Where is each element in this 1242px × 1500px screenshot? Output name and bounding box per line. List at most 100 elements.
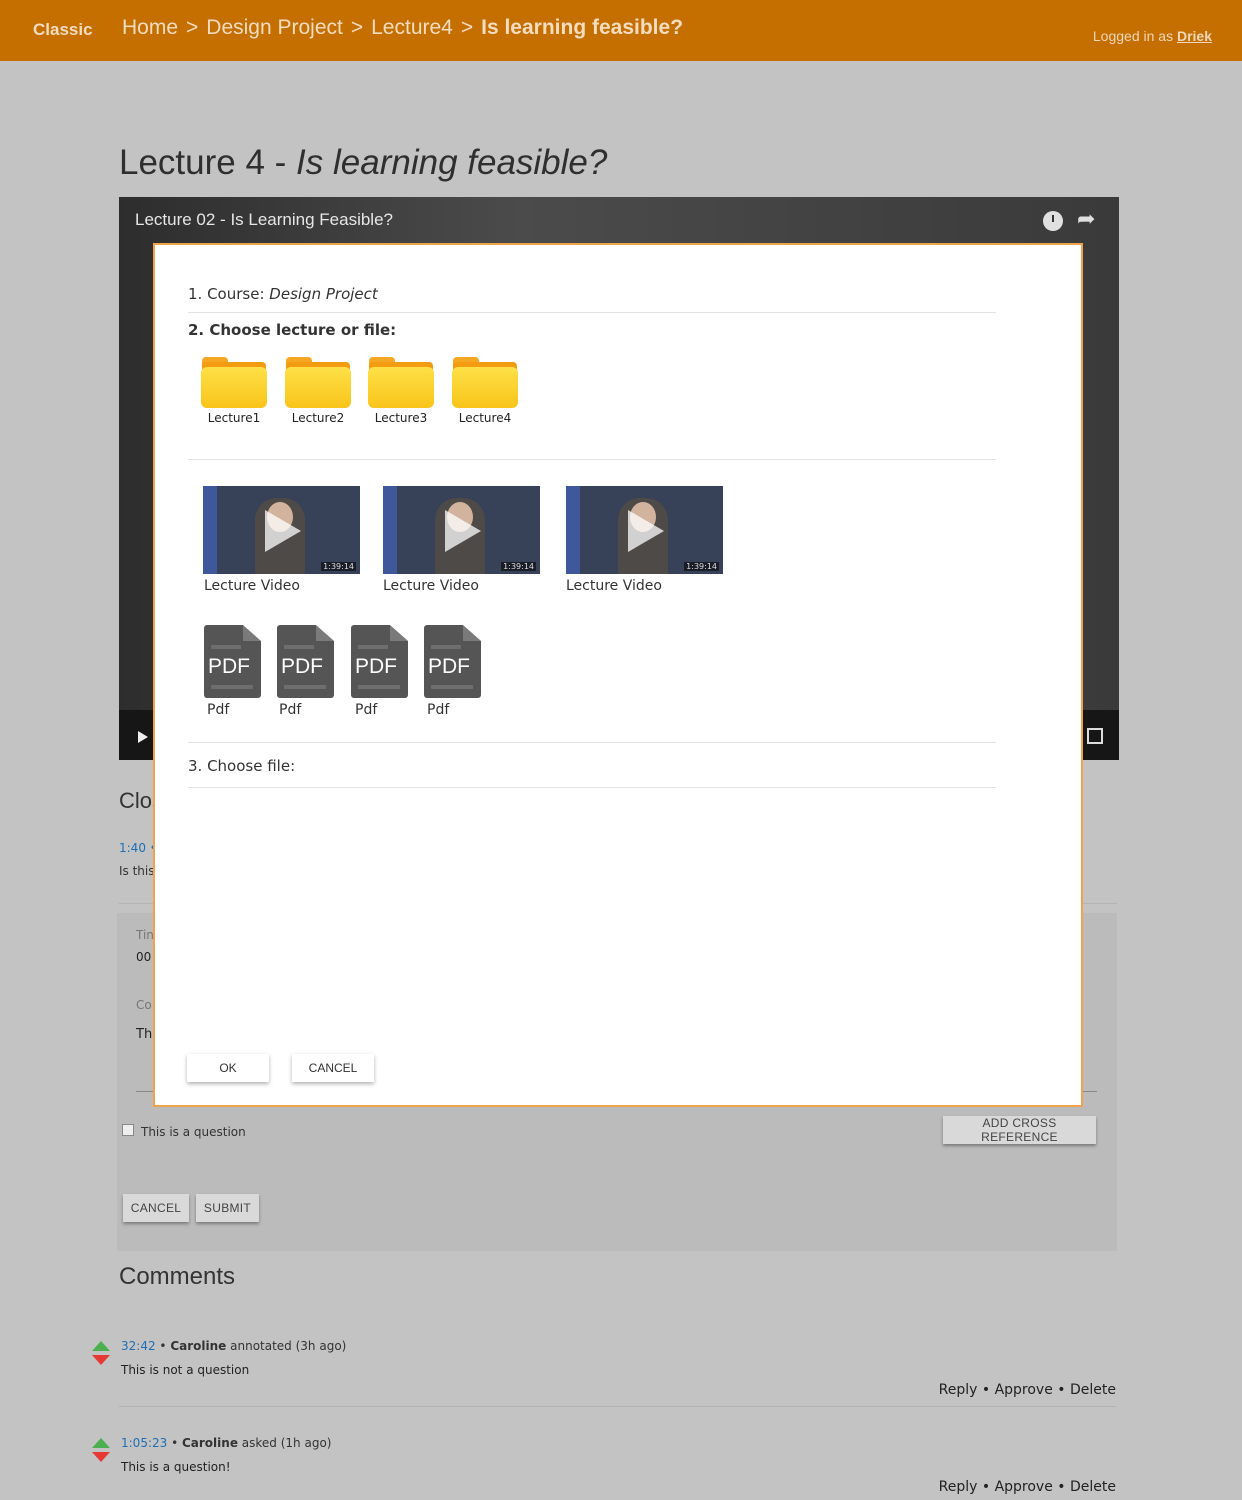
course-label: 1. Course: xyxy=(188,285,265,303)
time-label: Tin xyxy=(136,928,154,942)
breadcrumb: Home > Design Project > Lecture4 > Is learning… xyxy=(122,16,683,40)
folder-label: Lecture3 xyxy=(374,411,428,425)
upvote-icon[interactable] xyxy=(92,1341,110,1351)
pdf-line xyxy=(431,685,473,689)
pdf-file-icon[interactable]: PDF xyxy=(204,625,261,698)
choose-lecture-label: 2. Choose lecture or file: xyxy=(188,321,397,339)
pdf-label: Pdf xyxy=(207,702,230,718)
pdf-label: Pdf xyxy=(279,702,302,718)
pdf-file-icon[interactable]: PDF xyxy=(351,625,408,698)
comments-heading: Comments xyxy=(119,1263,236,1290)
comment-meta: 32:42 • Caroline annotated (3h ago) xyxy=(121,1339,347,1353)
video-label: Lecture Video xyxy=(204,578,300,594)
pdf-corner-fold xyxy=(390,625,408,641)
folder-label: Lecture2 xyxy=(291,411,345,425)
video-title[interactable]: Lecture 02 - Is Learning Feasible? xyxy=(135,210,393,230)
annotation-timestamp[interactable]: 1:40 • xyxy=(119,841,157,855)
pdf-line xyxy=(284,685,326,689)
choose-file-label: 3. Choose file: xyxy=(188,757,296,775)
folder-lecture2[interactable]: Lecture2 xyxy=(285,357,351,429)
play-icon[interactable] xyxy=(138,731,148,743)
divider xyxy=(119,1406,1116,1407)
divider xyxy=(188,787,996,788)
classic-link[interactable]: Classic xyxy=(33,20,93,40)
form-submit-button[interactable]: SUBMIT xyxy=(196,1194,259,1222)
pdf-icon-text: PDF xyxy=(208,655,250,678)
video-thumbnail[interactable]: 1:39:14 xyxy=(203,486,360,574)
top-bar: Classic Home > Design Project > Lecture4 > Is … xyxy=(0,0,1242,61)
user-link[interactable]: Driek xyxy=(1177,28,1212,44)
pdf-file-icon[interactable]: PDF xyxy=(277,625,334,698)
folder-lecture1[interactable]: Lecture1 xyxy=(201,357,267,429)
pdf-icon-text: PDF xyxy=(281,655,323,678)
comment-author: Caroline xyxy=(181,1436,238,1450)
ok-button[interactable]: OK xyxy=(187,1054,269,1082)
pdf-line xyxy=(284,645,314,649)
pdf-line xyxy=(211,685,253,689)
comment-actions[interactable]: Reply • Approve • Delete xyxy=(939,1479,1116,1495)
title-prefix: Lecture 4 - xyxy=(119,143,297,182)
form-cancel-button[interactable]: CANCEL xyxy=(123,1194,189,1222)
folder-icon-front xyxy=(201,367,267,408)
pdf-line xyxy=(211,645,241,649)
comment-label: Co xyxy=(136,998,152,1012)
breadcrumb-course[interactable]: Design Project xyxy=(206,16,343,39)
question-checkbox[interactable] xyxy=(122,1124,134,1136)
breadcrumb-home[interactable]: Home xyxy=(122,16,178,39)
cancel-button[interactable]: CANCEL xyxy=(292,1054,374,1082)
pdf-file-icon[interactable]: PDF xyxy=(424,625,481,698)
comment-body: This is not a question xyxy=(121,1363,250,1377)
comment-timestamp[interactable]: 1:05:23 xyxy=(121,1436,167,1450)
time-input[interactable]: 00 xyxy=(136,950,151,964)
course-value: Design Project xyxy=(269,285,378,303)
folder-icon-front xyxy=(285,367,351,408)
pdf-label: Pdf xyxy=(355,702,378,718)
pdf-line xyxy=(358,645,388,649)
folder-label: Lecture1 xyxy=(207,411,261,425)
title-name: Is learning feasible? xyxy=(296,143,608,182)
video-duration: 1:39:14 xyxy=(321,562,356,571)
comment-item: 32:42 • Caroline annotated (3h ago) This… xyxy=(92,1334,1118,1424)
breadcrumb-separator: > xyxy=(460,16,474,39)
pdf-icon-text: PDF xyxy=(428,655,470,678)
comment-timestamp[interactable]: 32:42 xyxy=(121,1339,156,1353)
comment-item: 1:05:23 • Caroline asked (1h ago) This i… xyxy=(92,1431,1118,1500)
pdf-line xyxy=(431,645,461,649)
video-thumbnail[interactable]: 1:39:14 xyxy=(383,486,540,574)
folder-lecture3[interactable]: Lecture3 xyxy=(368,357,434,429)
video-label: Lecture Video xyxy=(383,578,479,594)
comment-action: annotated (3h ago) xyxy=(230,1339,347,1353)
breadcrumb-current: Is learning feasible? xyxy=(481,16,684,39)
watch-later-icon[interactable] xyxy=(1043,211,1063,231)
page-title: Lecture 4 - Is learning feasible? xyxy=(119,143,607,183)
video-thumbnail[interactable]: 1:39:14 xyxy=(566,486,723,574)
add-cross-reference-button[interactable]: ADD CROSS REFERENCE xyxy=(943,1116,1096,1144)
login-status: Logged in as Driek xyxy=(1093,28,1212,44)
video-label: Lecture Video xyxy=(566,578,662,594)
upvote-icon[interactable] xyxy=(92,1438,110,1448)
comment-action: asked (1h ago) xyxy=(241,1436,332,1450)
video-duration: 1:39:14 xyxy=(684,562,719,571)
downvote-icon[interactable] xyxy=(92,1355,110,1365)
video-duration: 1:39:14 xyxy=(501,562,536,571)
comment-author: Caroline xyxy=(170,1339,227,1353)
play-icon xyxy=(265,510,301,552)
cross-reference-dialog: 1. Course: Design Project 2. Choose lect… xyxy=(153,243,1083,1107)
folder-icon-front xyxy=(368,367,434,408)
fullscreen-icon[interactable] xyxy=(1087,728,1103,744)
logged-in-prefix: Logged in as xyxy=(1092,28,1174,44)
question-checkbox-label: This is a question xyxy=(141,1125,246,1139)
comment-body: This is a question! xyxy=(121,1460,231,1474)
pdf-label: Pdf xyxy=(427,702,450,718)
folder-icon-front xyxy=(452,367,518,408)
pdf-line xyxy=(358,685,400,689)
folder-label: Lecture4 xyxy=(458,411,512,425)
share-icon[interactable]: ➦ xyxy=(1077,207,1095,232)
downvote-icon[interactable] xyxy=(92,1452,110,1462)
comment-input[interactable]: Th xyxy=(136,1027,152,1042)
course-row: 1. Course: Design Project xyxy=(188,285,378,303)
annotation-text: Is this xyxy=(119,864,155,878)
folder-lecture4[interactable]: Lecture4 xyxy=(452,357,518,429)
breadcrumb-lecture[interactable]: Lecture4 xyxy=(371,16,453,39)
comment-actions[interactable]: Reply • Approve • Delete xyxy=(939,1382,1116,1398)
